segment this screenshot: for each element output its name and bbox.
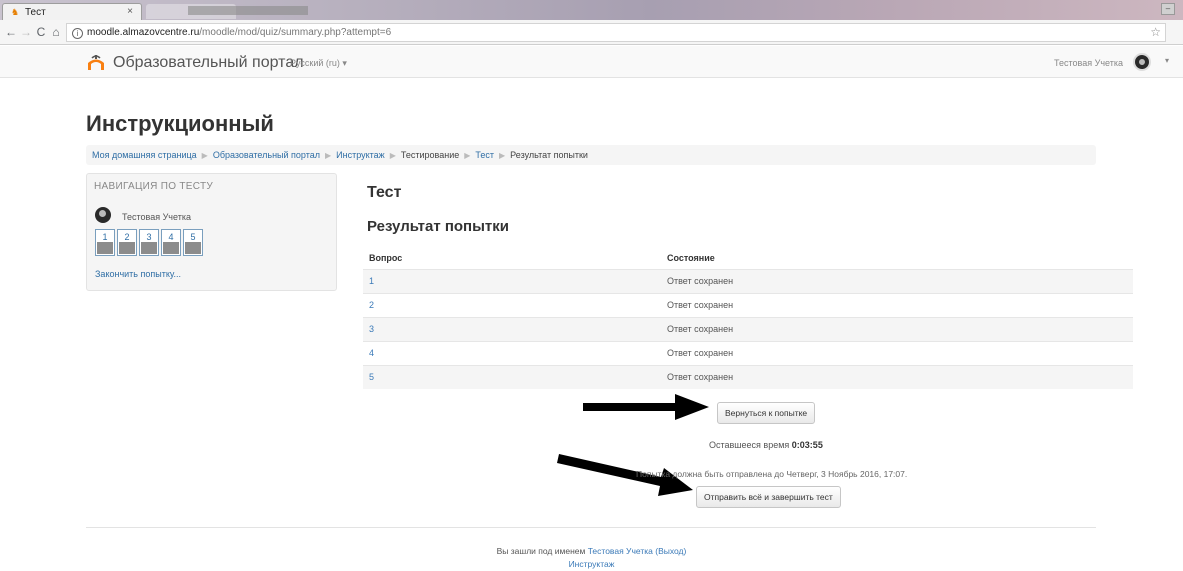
breadcrumb-portal[interactable]: Образовательный портал: [213, 150, 320, 160]
page-title: Инструкционный: [86, 111, 274, 136]
column-header-state: Состояние: [667, 252, 715, 263]
breadcrumb-section: Тестирование: [400, 150, 460, 160]
breadcrumb-quiz[interactable]: Тест: [475, 150, 494, 160]
quiz-user-name: Тестовая Учетка: [122, 212, 191, 222]
back-arrow-icon[interactable]: ←: [4, 25, 18, 39]
question-button-5[interactable]: 5: [183, 229, 203, 256]
site-navbar: Образовательный портал Русский (ru) ▾ Те…: [0, 46, 1183, 78]
breadcrumb-separator-icon: ▶: [389, 151, 396, 160]
time-left-value: 0:03:55: [791, 440, 823, 450]
logout-link[interactable]: (Выход): [655, 546, 686, 556]
browser-tab[interactable]: ♞ Тест ×: [2, 3, 142, 20]
table-row: 4 Ответ сохранен: [363, 340, 1133, 365]
question-button-4[interactable]: 4: [161, 229, 181, 256]
breadcrumb: Моя домашняя страница ▶ Образовательный по…: [86, 145, 1096, 165]
breadcrumb-current: Результат попытки: [510, 150, 588, 160]
table-row: 2 Ответ сохранен: [363, 292, 1133, 317]
address-bar[interactable]: i moodle.almazovcentre.ru/moodle/mod/quiz…: [66, 23, 1166, 42]
profile-link[interactable]: Тестовая Учетка: [588, 546, 653, 556]
quiz-title: Тест: [367, 184, 402, 201]
quiz-navigation-block: НАВИГАЦИЯ ПО ТЕСТУ Тестовая Учетка 1 2 3…: [86, 173, 337, 291]
breadcrumb-separator-icon: ▶: [499, 151, 506, 160]
summary-title: Результат попытки: [367, 218, 510, 235]
table-row: 1 Ответ сохранен: [363, 268, 1133, 293]
login-info: Вы зашли под именем Тестовая Учетка (Вых…: [0, 546, 1183, 556]
question-link[interactable]: 1: [363, 268, 661, 293]
url-path: /moodle/mod/quiz/summary.php?attempt=6: [199, 27, 392, 38]
language-menu[interactable]: Русский (ru) ▾: [290, 58, 347, 69]
home-icon[interactable]: ⌂: [49, 25, 63, 39]
finish-attempt-link[interactable]: Закончить попытку...: [95, 269, 181, 279]
forward-arrow-icon[interactable]: →: [19, 25, 33, 39]
breadcrumb-separator-icon: ▶: [464, 151, 471, 160]
footer-divider: [86, 527, 1096, 528]
bookmark-star-icon[interactable]: ☆: [1150, 24, 1161, 41]
return-to-attempt-button[interactable]: Вернуться к попытке: [717, 402, 816, 424]
question-state: Ответ сохранен: [661, 364, 1133, 389]
time-left-label: Оставшееся время: [709, 440, 790, 450]
question-state: Ответ сохранен: [661, 340, 1133, 365]
tab-title: Тест: [25, 7, 46, 18]
quiz-navigation-title: НАВИГАЦИЯ ПО ТЕСТУ: [94, 181, 214, 192]
avatar: [95, 207, 111, 223]
breadcrumb-separator-icon: ▶: [325, 151, 332, 160]
breadcrumb-home[interactable]: Моя домашняя страница: [92, 150, 197, 160]
user-menu-name[interactable]: Тестовая Учетка: [1054, 58, 1123, 68]
tab-close-icon[interactable]: ×: [127, 6, 133, 17]
moodle-favicon-icon: ♞: [11, 7, 20, 17]
breadcrumb-separator-icon: ▶: [201, 151, 208, 160]
summary-table: Вопрос Состояние 1 Ответ сохранен 2 Отве…: [363, 247, 1133, 389]
browser-tab-strip: ♞ Тест × –: [0, 0, 1183, 20]
blurred-tab-title: [188, 6, 308, 15]
info-icon[interactable]: i: [72, 28, 83, 39]
question-link[interactable]: 3: [363, 316, 661, 341]
column-header-question: Вопрос: [369, 252, 403, 263]
question-state: Ответ сохранен: [661, 292, 1133, 317]
question-button-1[interactable]: 1: [95, 229, 115, 256]
url-host: moodle.almazovcentre.ru: [87, 27, 200, 38]
table-header-row: Вопрос Состояние: [363, 247, 1133, 269]
reload-icon[interactable]: C: [34, 25, 48, 39]
question-link[interactable]: 5: [363, 364, 661, 389]
table-row: 5 Ответ сохранен: [363, 364, 1133, 389]
user-avatar[interactable]: [1133, 53, 1151, 71]
browser-toolbar: ← → C ⌂ i moodle.almazovcentre.ru/moodle/…: [0, 20, 1183, 45]
time-left: Оставшееся время 0:03:55: [709, 440, 823, 450]
question-state: Ответ сохранен: [661, 316, 1133, 341]
chevron-down-icon[interactable]: ▾: [1165, 56, 1169, 65]
login-info-prefix: Вы зашли под именем: [496, 546, 586, 556]
window-minimize-button[interactable]: –: [1161, 3, 1175, 15]
breadcrumb-course[interactable]: Инструктаж: [336, 150, 385, 160]
question-button-2[interactable]: 2: [117, 229, 137, 256]
question-link[interactable]: 2: [363, 292, 661, 317]
course-home-link[interactable]: Инструктаж: [0, 559, 1183, 569]
question-link[interactable]: 4: [363, 340, 661, 365]
annotation-arrow-icon: [583, 394, 709, 420]
submit-all-button[interactable]: Отправить всё и завершить тест: [696, 486, 841, 508]
question-button-3[interactable]: 3: [139, 229, 159, 256]
table-row: 3 Ответ сохранен: [363, 316, 1133, 341]
moodle-logo-icon[interactable]: [86, 54, 106, 72]
question-state: Ответ сохранен: [661, 268, 1133, 293]
due-date-text: Попытка должна быть отправлена до Четвер…: [636, 469, 908, 479]
site-brand-link[interactable]: Образовательный портал: [113, 54, 304, 72]
